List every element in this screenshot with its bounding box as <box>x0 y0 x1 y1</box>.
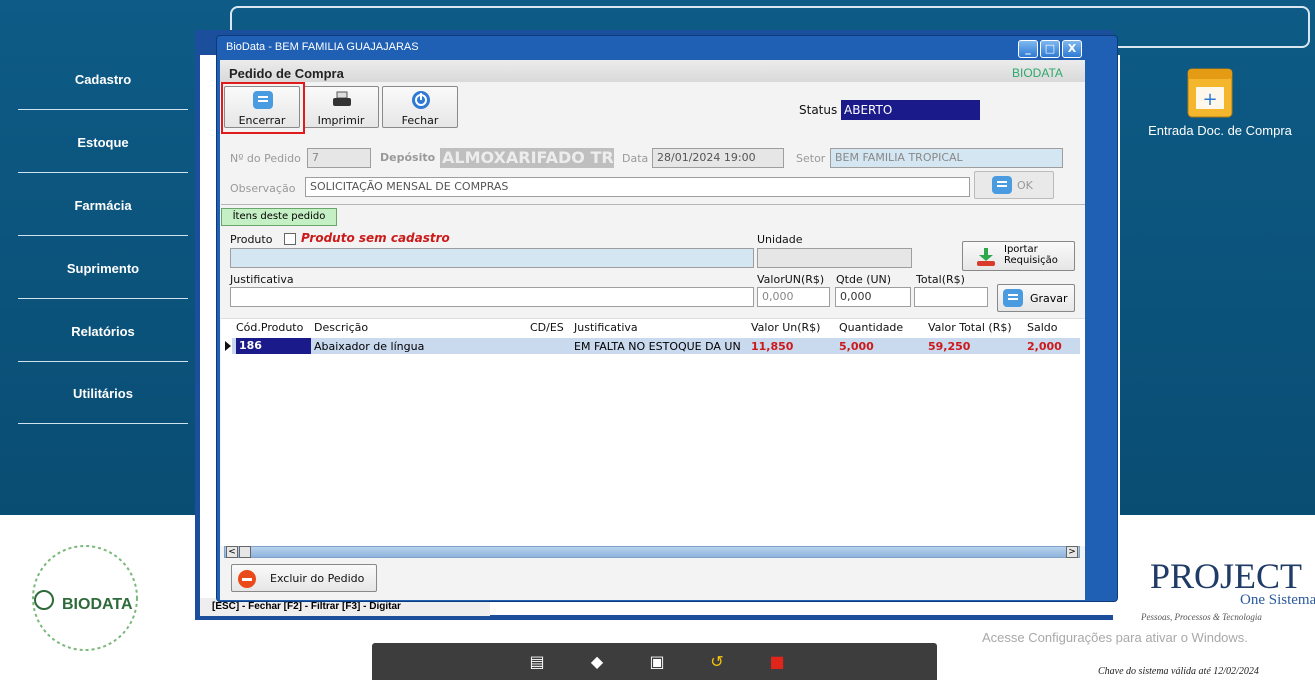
valor-un-label: ValorUN(R$) <box>757 273 825 286</box>
encerrar-highlight <box>221 82 305 134</box>
import-icon <box>977 248 995 266</box>
importar-label-2: Requisição <box>1004 255 1058 266</box>
cell-descricao[interactable]: Abaixador de língua <box>314 340 424 353</box>
unidade-field[interactable] <box>757 248 912 268</box>
imprimir-button[interactable]: Imprimir <box>303 86 379 128</box>
importar-requisicao-button[interactable]: Iportar Requisição <box>962 241 1075 271</box>
justificativa-field[interactable] <box>230 287 754 307</box>
qtde-label: Qtde (UN) <box>836 273 892 286</box>
produto-field[interactable] <box>230 248 754 268</box>
ok-label: OK <box>1017 179 1033 192</box>
entrada-doc-label[interactable]: Entrada Doc. de Compra <box>1130 123 1310 138</box>
taskbar: ▤ ◆ ▣ ↺ ■ <box>372 643 937 680</box>
lock-icon[interactable]: ▣ <box>647 652 667 672</box>
produto-sem-cadastro-checkbox[interactable] <box>284 233 296 245</box>
exit-icon[interactable]: ■ <box>767 652 787 672</box>
status-value: ABERTO <box>841 100 980 120</box>
row-pointer-icon <box>225 341 231 351</box>
window-title: BioData - BEM FAMILIA GUAJAJARAS <box>226 41 419 53</box>
cell-codigo[interactable]: 186 <box>236 338 311 354</box>
tab-itens-pedido[interactable]: Ítens deste pedido <box>221 208 337 226</box>
form-title-bar <box>220 60 1085 82</box>
gravar-label: Gravar <box>1030 292 1068 305</box>
history-icon[interactable]: ↺ <box>707 652 727 672</box>
project-sub: One Sistemas <box>1240 592 1315 608</box>
cell-valor-total[interactable]: 59,250 <box>928 340 970 353</box>
cell-justificativa[interactable]: EM FALTA NO ESTOQUE DA UN <box>574 340 748 353</box>
setor-field[interactable]: BEM FAMILIA TROPICAL <box>830 148 1063 168</box>
nav-estoque[interactable]: Estoque <box>18 113 188 173</box>
deposito-label: Depósito <box>380 151 436 164</box>
close-button[interactable]: X <box>1062 40 1082 58</box>
biodata-brand-text: BIODATA <box>62 596 133 613</box>
gravar-button[interactable]: Gravar <box>997 284 1075 312</box>
nav-suprimento[interactable]: Suprimento <box>18 239 188 299</box>
cell-valor-un[interactable]: 11,850 <box>751 340 793 353</box>
importar-label-1: Iportar <box>1004 244 1038 255</box>
eraser-icon[interactable]: ◆ <box>587 652 607 672</box>
svg-text:+: + <box>1202 89 1217 110</box>
scroll-left-icon[interactable]: < <box>226 546 238 558</box>
pedido-number-field[interactable]: 7 <box>307 148 371 168</box>
biodata-brand-small: BIODATA <box>1012 66 1063 80</box>
col-header-valor-un[interactable]: Valor Un(R$) <box>751 321 820 334</box>
pedido-number-label: Nº do Pedido <box>230 152 301 165</box>
cell-saldo[interactable]: 2,000 <box>1027 340 1062 353</box>
form-title: Pedido de Compra <box>229 66 344 81</box>
fechar-label: Fechar <box>401 114 439 127</box>
windows-activation-hint: Acesse Configurações para ativar o Windo… <box>982 630 1248 645</box>
entrada-doc-icon[interactable]: + <box>1180 65 1240 121</box>
data-label: Data <box>622 152 649 165</box>
data-field[interactable]: 28/01/2024 19:00 <box>652 148 784 168</box>
total-field[interactable] <box>914 287 988 307</box>
justificativa-label: Justificativa <box>230 273 294 286</box>
project-tagline: Pessoas, Processos & Tecnologia <box>1141 612 1262 622</box>
printer-icon <box>331 90 353 110</box>
col-header-valor-total[interactable]: Valor Total (R$) <box>928 321 1012 334</box>
total-label: Total(R$) <box>916 273 965 286</box>
fechar-button[interactable]: Fechar <box>382 86 458 128</box>
col-header-descricao[interactable]: Descrição <box>314 321 368 334</box>
observacao-field[interactable]: SOLICITAÇÃO MENSAL DE COMPRAS <box>305 177 970 197</box>
nav-farmacia[interactable]: Farmácia <box>18 176 188 236</box>
imprimir-label: Imprimir <box>317 114 365 127</box>
col-header-cdes[interactable]: CD/ES <box>530 321 564 334</box>
valor-un-field[interactable]: 0,000 <box>757 287 830 307</box>
setor-label: Setor <box>796 152 826 165</box>
nav-utilitarios[interactable]: Utilitários <box>18 364 188 424</box>
project-logo: PROJECT <box>1150 556 1303 596</box>
excluir-label: Excluir do Pedido <box>270 572 365 585</box>
maximize-button[interactable]: □ <box>1040 40 1060 58</box>
horizontal-scrollbar[interactable] <box>224 546 1080 558</box>
status-label: Status <box>799 103 838 117</box>
license-key-text: Chave do sistema válida até 12/02/2024 <box>1098 666 1259 677</box>
ok-doc-icon <box>992 176 1012 194</box>
nav-relatorios[interactable]: Relatórios <box>18 302 188 362</box>
ok-button[interactable]: OK <box>974 171 1054 199</box>
col-header-justificativa[interactable]: Justificativa <box>574 321 638 334</box>
save-icon <box>1003 289 1023 307</box>
left-nav: Cadastro Estoque Farmácia Suprimento Rel… <box>0 0 200 515</box>
col-header-quantidade[interactable]: Quantidade <box>839 321 903 334</box>
separator <box>221 204 1085 205</box>
scroll-thumb[interactable] <box>239 546 251 558</box>
cell-quantidade[interactable]: 5,000 <box>839 340 874 353</box>
observacao-label: Observação <box>230 182 296 195</box>
col-header-saldo[interactable]: Saldo <box>1027 321 1058 334</box>
unidade-label: Unidade <box>757 233 803 246</box>
minimize-button[interactable]: _ <box>1018 40 1038 58</box>
remove-icon <box>238 570 256 588</box>
nav-cadastro[interactable]: Cadastro <box>18 50 188 110</box>
produto-sem-cadastro-label: Produto sem cadastro <box>301 231 450 245</box>
document-icon[interactable]: ▤ <box>527 652 547 672</box>
deposito-field[interactable]: ALMOXARIFADO TROPICAL <box>440 148 614 168</box>
produto-label: Produto <box>230 233 273 246</box>
power-icon <box>410 90 432 110</box>
col-header-cod[interactable]: Cód.Produto <box>236 321 303 334</box>
scroll-right-icon[interactable]: > <box>1066 546 1078 558</box>
qtde-field[interactable]: 0,000 <box>835 287 911 307</box>
